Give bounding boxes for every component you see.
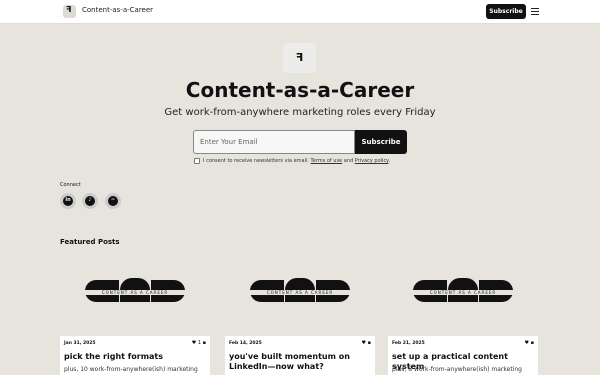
post-card[interactable]: CONTENT AS A CAREER Feb 14, 2025 ♥ ▪ you… xyxy=(225,266,375,375)
rss-glyph: ~ xyxy=(110,197,116,203)
page-title: Content-as-a-Career xyxy=(185,78,415,102)
top-bar: Content-as-a-Career Subscribe xyxy=(0,0,600,24)
connect-label: Connect xyxy=(60,182,81,188)
post-date: Feb 14, 2025 xyxy=(229,341,262,346)
header-subscribe-button[interactable]: Subscribe xyxy=(486,4,526,19)
page-subtitle: Get work-from-anywhere marketing roles e… xyxy=(164,107,436,118)
capr-logo: CONTENT AS A CAREER xyxy=(82,278,188,306)
featured-heading: Featured Posts xyxy=(60,238,120,246)
tiktok-icon[interactable]: ♪ xyxy=(82,193,98,209)
post-card[interactable]: CONTENT AS A CAREER Feb 21, 2025 ♥ ▪ set… xyxy=(388,266,538,375)
post-date: Jan 31, 2025 xyxy=(64,341,96,346)
heart-icon[interactable]: ♥ xyxy=(525,340,529,346)
post-actions: ♥ 1 ▪ xyxy=(192,340,206,346)
consent-prefix: I consent to receive newsletters via ema… xyxy=(203,158,309,164)
logo-tag: CONTENT AS A CAREER xyxy=(429,290,497,295)
consent-text: I consent to receive newsletters via ema… xyxy=(203,158,390,164)
heart-icon[interactable]: ♥ xyxy=(192,340,196,346)
hamburger-menu-icon[interactable] xyxy=(531,8,539,15)
capr-logo: CONTENT AS A CAREER xyxy=(410,278,516,306)
privacy-link[interactable]: Privacy policy xyxy=(355,158,389,164)
tiktok-glyph: ♪ xyxy=(88,197,92,203)
like-count: 1 xyxy=(197,340,202,346)
logo-tag: CONTENT AS A CAREER xyxy=(101,290,169,295)
post-thumbnail[interactable]: CONTENT AS A CAREER xyxy=(388,266,538,336)
consent-suffix: . xyxy=(388,158,391,164)
email-input[interactable]: Enter Your Email xyxy=(193,130,355,154)
consent-and: and xyxy=(343,158,354,164)
brand-name[interactable]: Content-as-a-Career xyxy=(82,6,153,14)
rss-icon[interactable]: ~ xyxy=(105,193,121,209)
heart-icon[interactable]: ♥ xyxy=(362,340,366,346)
capr-logo: CONTENT AS A CAREER xyxy=(247,278,353,306)
post-title[interactable]: you've built momentum on LinkedIn—now wh… xyxy=(229,352,371,372)
logo-tag: CONTENT AS A CAREER xyxy=(266,290,334,295)
post-actions: ♥ ▪ xyxy=(362,340,371,346)
linkedin-glyph: in xyxy=(65,197,71,203)
post-date: Feb 21, 2025 xyxy=(392,341,425,346)
comment-icon[interactable]: ▪ xyxy=(531,340,534,346)
comment-icon[interactable]: ▪ xyxy=(203,340,206,346)
brand-logo-icon[interactable] xyxy=(63,5,76,18)
linkedin-icon[interactable]: in xyxy=(60,193,76,209)
post-excerpt: plus, 8 work-from-anywhere(ish) marketin… xyxy=(392,366,522,373)
post-title[interactable]: pick the right formats xyxy=(64,352,206,362)
post-excerpt: plus, 10 work-from-anywhere(ish) marketi… xyxy=(64,366,198,373)
comment-icon[interactable]: ▪ xyxy=(368,340,371,346)
post-card[interactable]: CONTENT AS A CAREER Jan 31, 2025 ♥ 1 ▪ p… xyxy=(60,266,210,375)
post-thumbnail[interactable]: CONTENT AS A CAREER xyxy=(225,266,375,336)
publication-logo-icon: ꟻ xyxy=(283,43,316,73)
subscribe-button[interactable]: Subscribe xyxy=(355,130,407,154)
post-actions: ♥ ▪ xyxy=(525,340,534,346)
terms-link[interactable]: Terms of use xyxy=(311,158,343,164)
post-thumbnail[interactable]: CONTENT AS A CAREER xyxy=(60,266,210,336)
consent-checkbox[interactable] xyxy=(194,158,200,164)
